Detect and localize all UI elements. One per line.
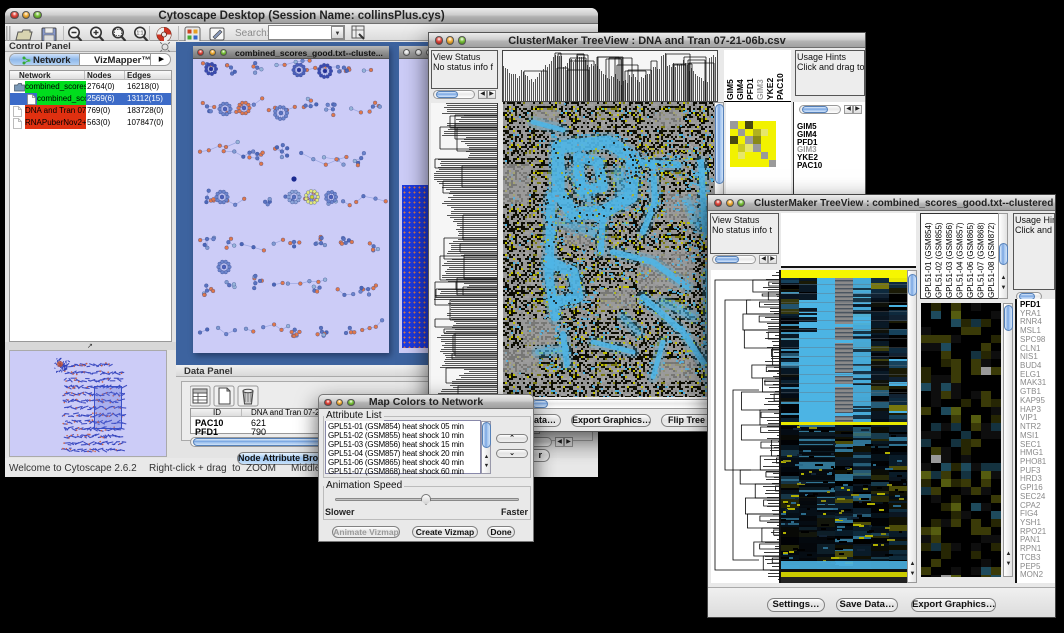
svg-text:GPL51-07 (GSM868): GPL51-07 (GSM868)	[977, 222, 986, 298]
svg-text:GIM3: GIM3	[755, 79, 765, 100]
svg-text:PAC10: PAC10	[775, 73, 785, 100]
svg-text:1:1: 1:1	[137, 31, 144, 37]
svg-text:GIM5: GIM5	[725, 79, 735, 100]
svg-text:YKE2: YKE2	[765, 78, 775, 100]
svg-text:GPL51-01 (GSM854): GPL51-01 (GSM854)	[924, 222, 933, 298]
svg-text:GPL51-08 (GSM872): GPL51-08 (GSM872)	[987, 222, 996, 298]
svg-text:GIM4: GIM4	[735, 79, 745, 100]
svg-text:GPL51-06 (GSM865): GPL51-06 (GSM865)	[966, 222, 975, 298]
svg-text:GPL51-03 (GSM856): GPL51-03 (GSM856)	[945, 222, 954, 298]
svg-text:GPL51-02 (GSM855): GPL51-02 (GSM855)	[935, 222, 944, 298]
svg-text:GPL51-04 (GSM857): GPL51-04 (GSM857)	[956, 222, 965, 298]
svg-text:PFD1: PFD1	[745, 78, 755, 100]
